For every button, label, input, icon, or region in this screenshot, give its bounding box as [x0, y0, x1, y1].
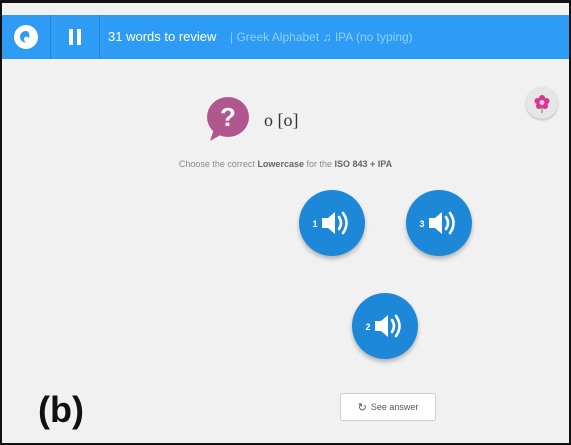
app-logo[interactable]: [2, 15, 50, 59]
choice-number: 1: [312, 219, 318, 229]
instruction-field: Lowercase: [257, 159, 304, 169]
top-strip: [2, 3, 569, 15]
pause-icon: [69, 29, 73, 45]
course-title: | Greek Alphabet ♫ IPA (no typing): [230, 30, 413, 44]
audio-choice-3[interactable]: 3: [406, 190, 472, 256]
instruction-mid: for the: [303, 159, 335, 169]
audio-choice-1[interactable]: 1: [299, 190, 365, 256]
review-count: 31 words to review: [108, 29, 217, 44]
speaker-icon: [428, 211, 455, 235]
instruction-prefix: Choose the correct: [178, 159, 258, 169]
flower-icon: [534, 95, 550, 113]
app-frame: 31 words to review | Greek Alphabet ♫ IP…: [0, 0, 571, 445]
instruction-text: Choose the correct Lowercase for the ISO…: [2, 159, 569, 169]
choice-number: 2: [365, 322, 371, 332]
question-prompt: o [o]: [264, 109, 299, 130]
speaker-icon: [374, 314, 401, 338]
see-answer-label: See answer: [370, 402, 419, 412]
figure-label: (b): [38, 389, 84, 430]
pause-button[interactable]: [51, 15, 99, 59]
audio-choice-2[interactable]: 2: [352, 293, 418, 359]
top-bar: 31 words to review | Greek Alphabet ♫ IP…: [2, 15, 569, 59]
refresh-icon: ↻: [357, 401, 367, 414]
speaker-icon: [321, 211, 348, 235]
instruction-source: ISO 843 + IPA: [334, 159, 393, 169]
svg-text:?: ?: [220, 102, 236, 132]
choice-number: 3: [419, 219, 425, 229]
divider: [99, 15, 100, 59]
question-bubble-icon: ?: [207, 97, 249, 141]
user-avatar[interactable]: [526, 87, 558, 119]
question-row: ? o [o]: [202, 95, 299, 145]
see-answer-button[interactable]: ↻ See answer: [340, 393, 436, 421]
logo-icon: [14, 25, 38, 49]
